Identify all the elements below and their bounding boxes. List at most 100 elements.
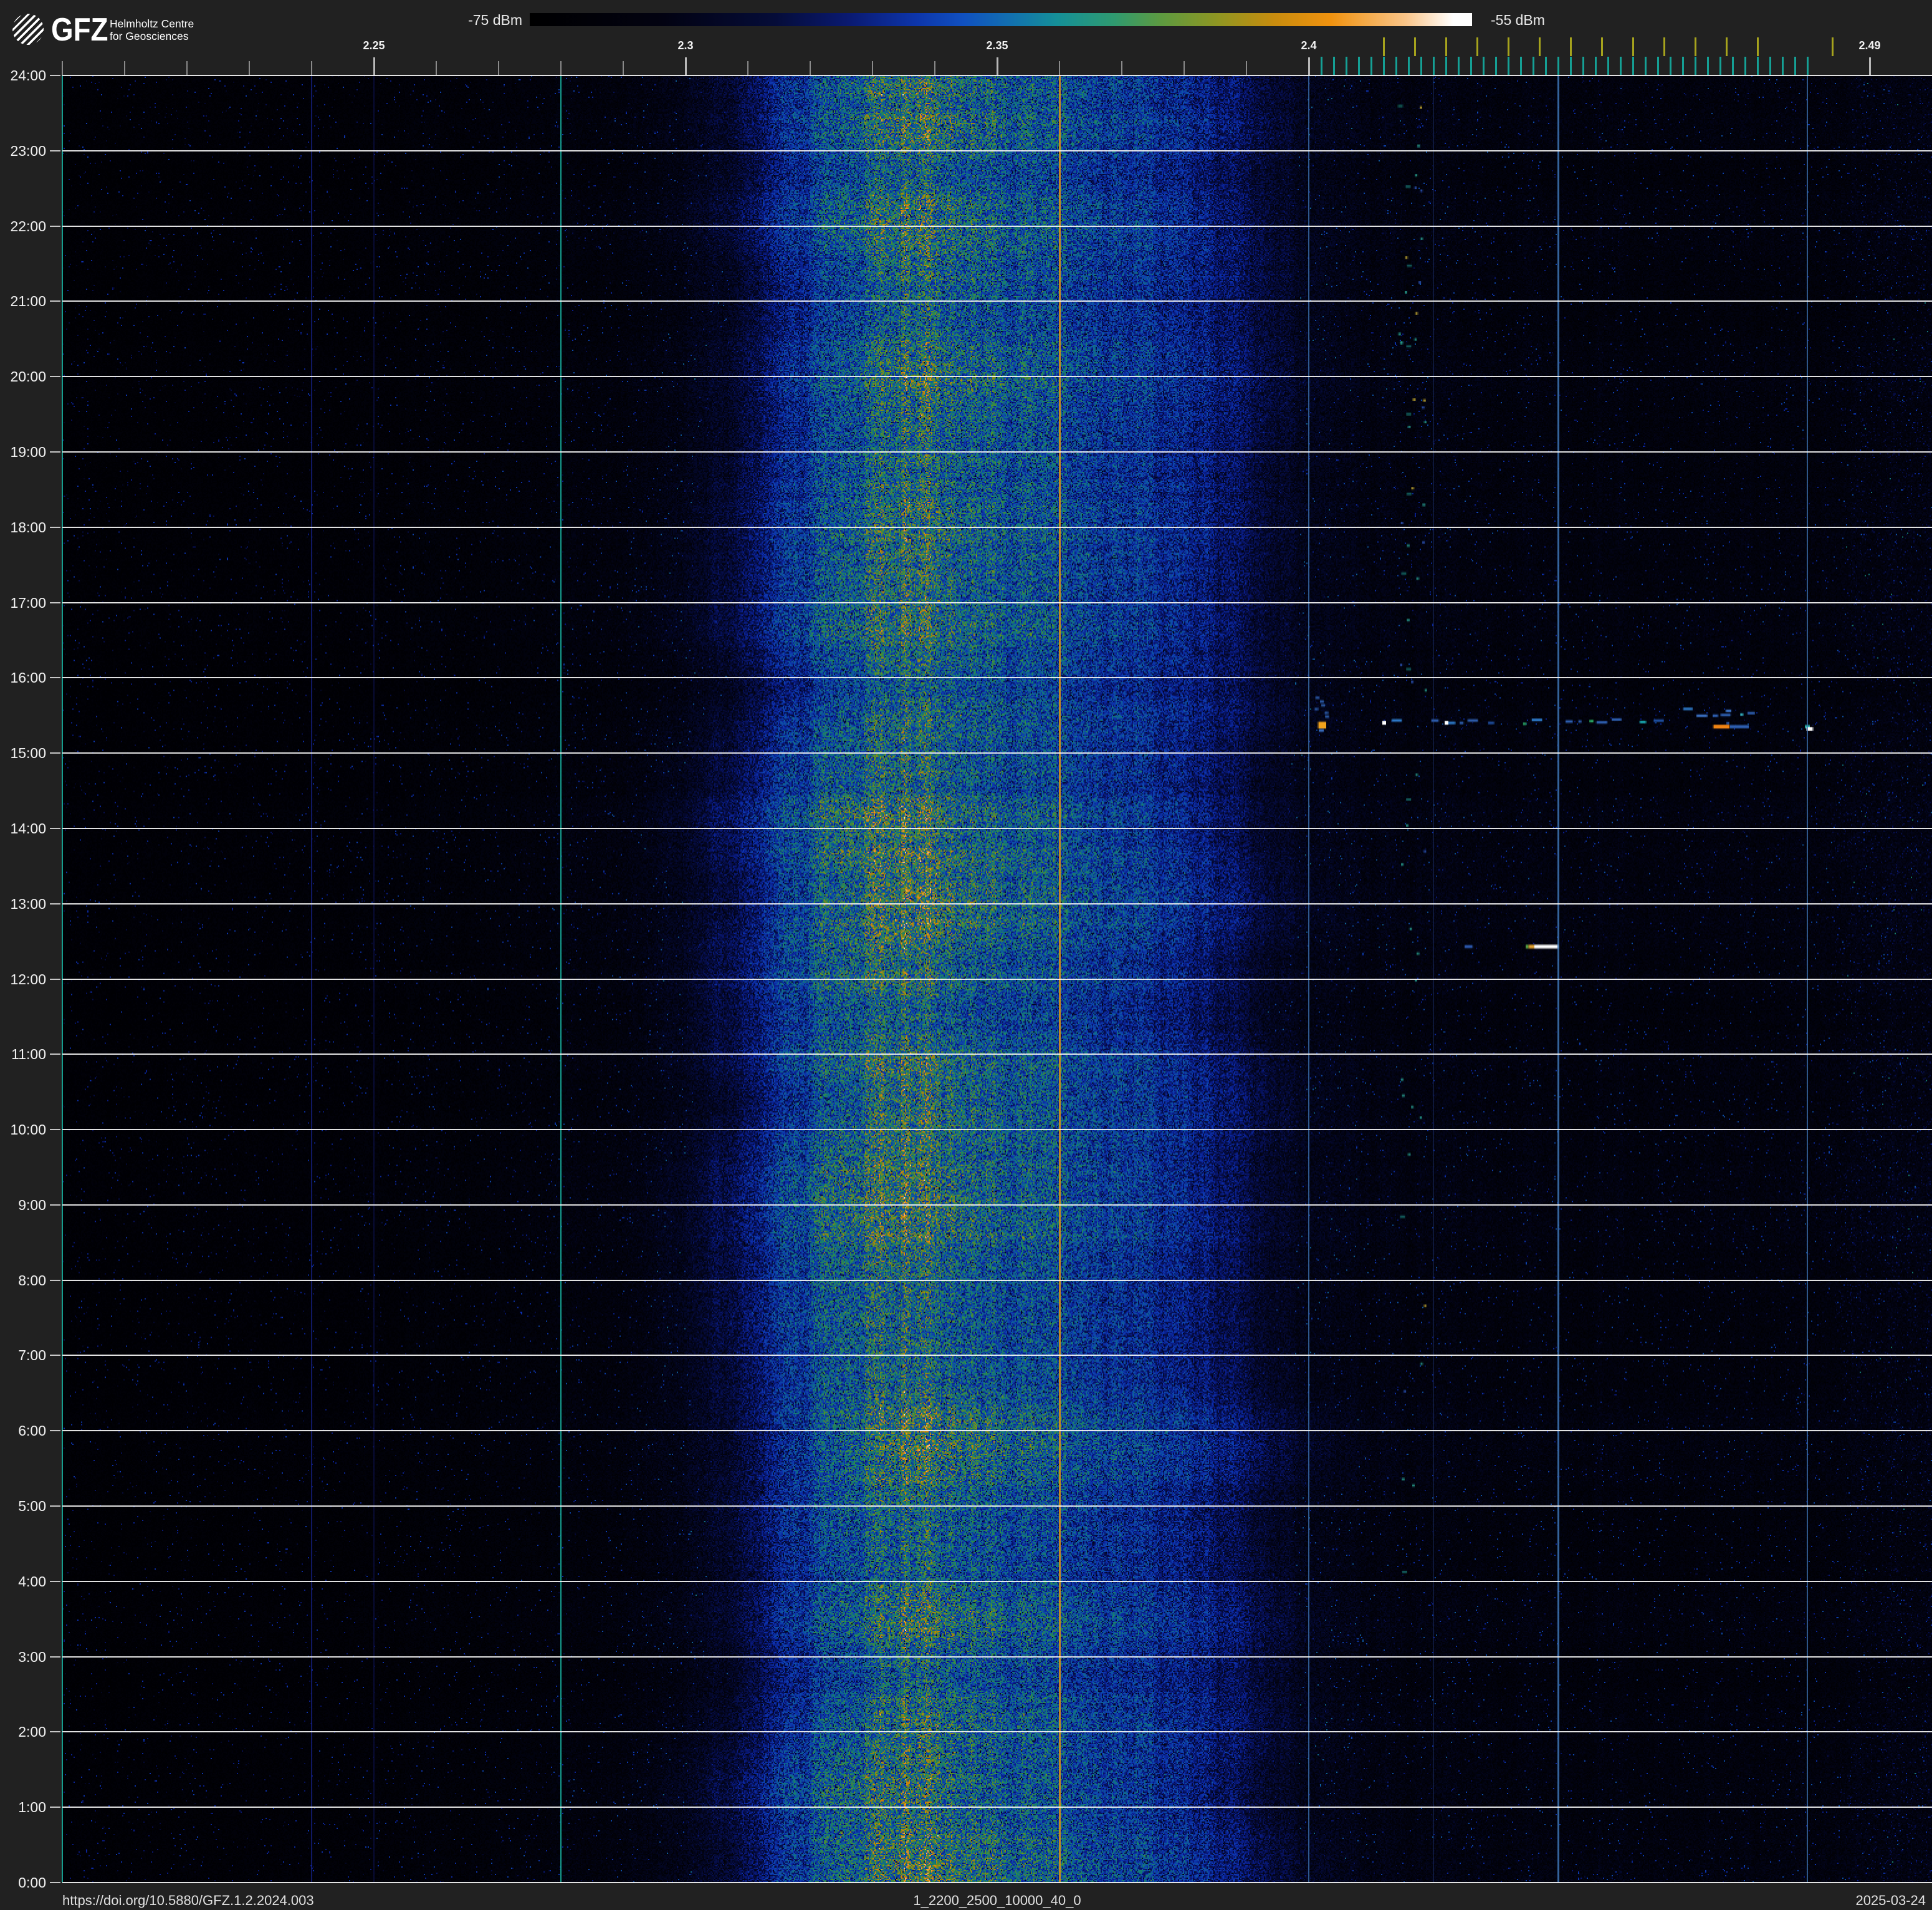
hour-gridline [62,1580,1932,1582]
freq-tick-major [1308,57,1310,75]
time-axis-label: 14:00 [10,820,46,837]
ble-channel-tick [1644,57,1647,75]
ble-channel-tick [1395,57,1397,75]
wifi-channel-tick [1600,37,1603,56]
ble-channel-tick [1744,57,1746,75]
colorbar-max-label: -55 dBm [1491,12,1545,28]
spectrogram-plot [62,75,1932,1883]
ble-channel-tick [1769,57,1771,75]
hour-gridline [62,451,1932,453]
time-tick [50,978,60,980]
hour-gridline [62,1882,1932,1883]
freq-tick-major [996,57,998,75]
ble-channel-tick [1669,57,1671,75]
ble-channel-tick [1594,57,1597,75]
hour-gridline [62,602,1932,603]
freq-tick-minor [498,61,499,75]
ble-channel-tick [1794,57,1796,75]
time-tick [50,1053,60,1055]
freq-tick-minor [1059,61,1060,75]
hour-gridline [62,150,1932,151]
freq-tick-minor [186,61,188,75]
wifi-channel-tick [1538,37,1541,56]
freq-tick-minor [124,61,125,75]
freq-axis-label: 2.35 [986,39,1008,52]
wifi-channel-tick [1831,37,1834,56]
wifi-channel-tick [1413,37,1416,56]
hour-gridline [62,677,1932,679]
wifi-channel-tick [1476,37,1478,56]
ble-channel-tick [1781,57,1784,75]
time-tick [50,1580,60,1582]
hour-gridline [62,376,1932,378]
hour-gridline [62,1204,1932,1206]
ble-channel-tick [1756,57,1759,75]
ble-channel-tick [1582,57,1584,75]
wifi-channel-tick [1382,37,1385,56]
ble-channel-tick [1607,57,1609,75]
ble-channel-tick [1706,57,1709,75]
time-axis-label: 21:00 [10,293,46,310]
ble-channel-tick [1457,57,1460,75]
time-axis-label: 2:00 [18,1724,46,1740]
hour-gridline [62,300,1932,302]
time-axis-label: 23:00 [10,142,46,159]
freq-tick-major [373,57,375,75]
time-tick [50,903,60,905]
time-tick [50,1355,60,1356]
ble-channel-tick [1657,57,1659,75]
freq-axis-label: 2.49 [1858,39,1881,52]
ble-channel-tick [1407,57,1410,75]
ble-channel-tick [1632,57,1634,75]
freq-tick-major [684,57,687,75]
ble-channel-tick [1694,57,1696,75]
time-tick [50,1807,60,1808]
time-tick [50,1882,60,1883]
time-tick [50,75,60,76]
ble-channel-tick [1382,57,1385,75]
hour-gridline [62,1430,1932,1432]
hour-gridline [62,1129,1932,1131]
ble-channel-tick [1345,57,1347,75]
wifi-channel-tick [1725,37,1728,56]
freq-tick-minor [872,61,873,75]
time-axis-label: 3:00 [18,1648,46,1665]
time-axis-label: 5:00 [18,1498,46,1515]
ble-channel-tick [1420,57,1422,75]
freq-axis-label: 2.25 [363,39,385,52]
ble-channel-tick [1482,57,1485,75]
spectrogram-page: GFZ Helmholtz Centre for Geosciences -75… [0,0,1932,1910]
time-tick [50,1129,60,1131]
hour-gridline [62,1656,1932,1658]
hour-gridline [62,75,1932,76]
freq-tick-minor [934,61,935,75]
time-tick [50,376,60,378]
time-tick [50,1656,60,1658]
colorbar-min-label: -75 dBm [468,12,522,28]
wifi-channel-tick [1694,37,1696,56]
ble-channel-tick [1494,57,1497,75]
logo-subtitle-line2: for Geosciences [110,29,189,42]
ble-channel-tick [1445,57,1447,75]
time-tick [50,827,60,829]
hour-gridline [62,752,1932,754]
hour-gridline [62,978,1932,980]
freq-tick-minor [1184,61,1185,75]
time-axis-label: 7:00 [18,1347,46,1364]
time-axis-label: 12:00 [10,971,46,987]
hour-gridline [62,1279,1932,1281]
ble-channel-tick [1731,57,1734,75]
time-tick [50,1279,60,1281]
wifi-channel-tick [1445,37,1447,56]
hour-gridline [62,526,1932,528]
time-axis-label: 15:00 [10,745,46,762]
time-axis-label: 17:00 [10,594,46,611]
time-axis-label: 19:00 [10,443,46,460]
hour-gridline [62,1355,1932,1356]
ble-channel-tick [1532,57,1534,75]
freq-tick-major [1868,57,1871,75]
dataset-id: 1_2200_2500_10000_40_0 [913,1893,1081,1908]
time-axis-label: 4:00 [18,1573,46,1590]
hour-gridline [62,903,1932,905]
time-tick [50,150,60,151]
